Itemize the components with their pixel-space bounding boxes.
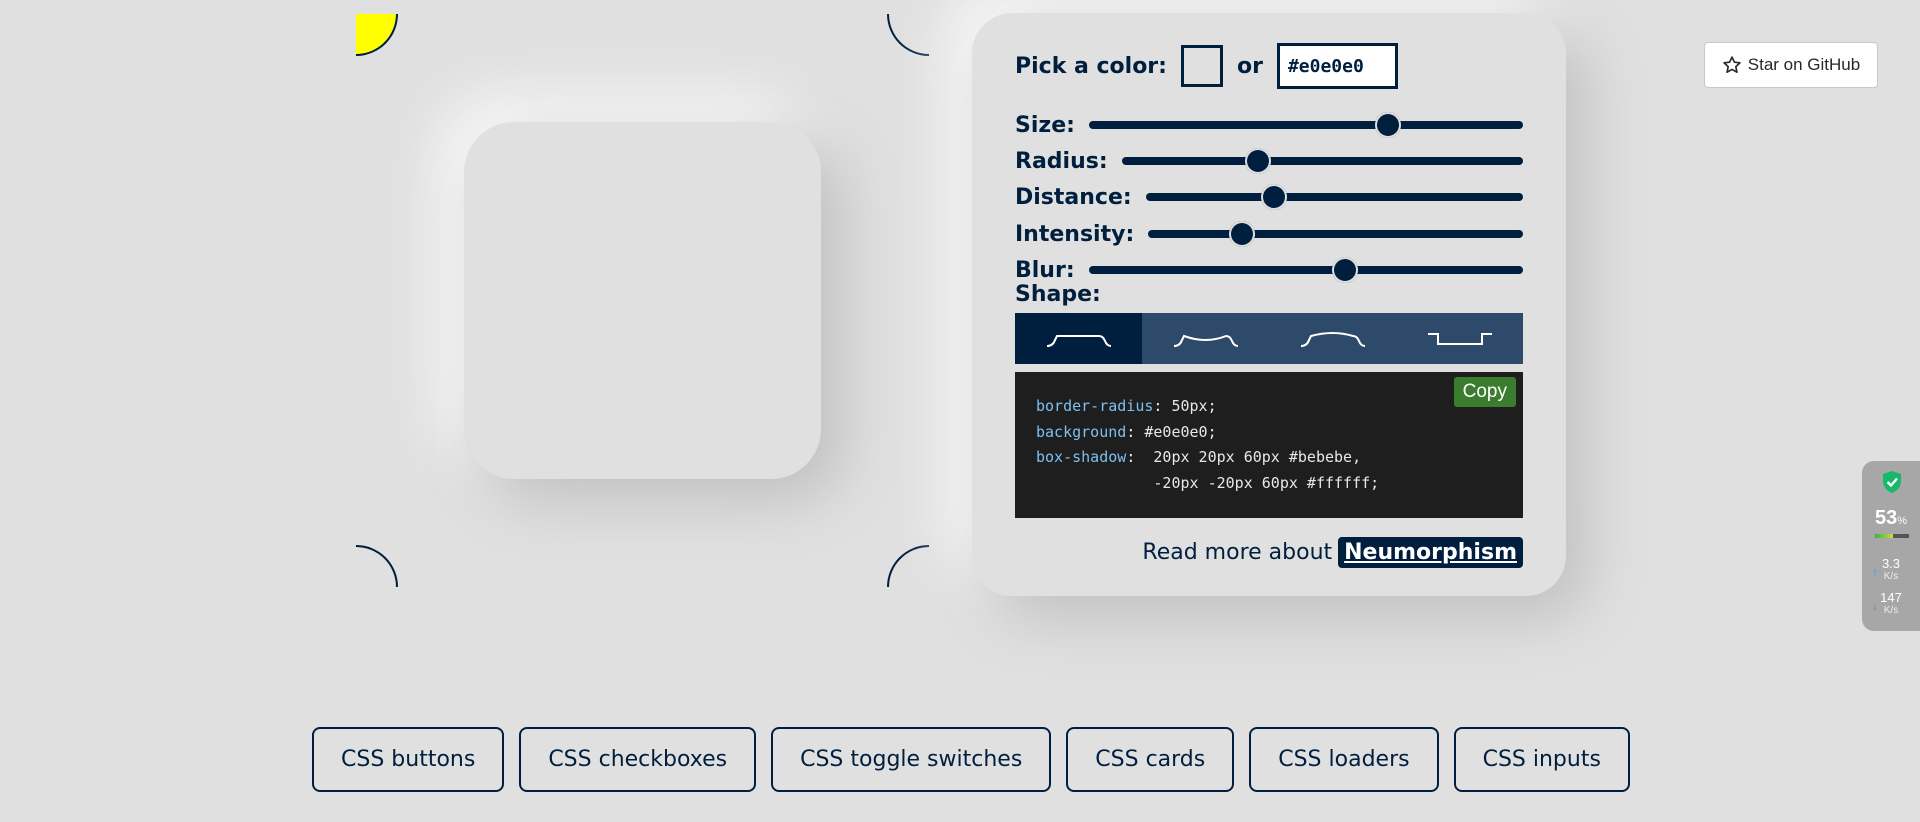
distance-label: Distance: — [1015, 184, 1132, 210]
read-more-text: Read more about — [1142, 540, 1333, 565]
download-speed-value: 147 — [1880, 590, 1902, 605]
intensity-slider[interactable] — [1148, 221, 1523, 247]
copy-button[interactable]: Copy — [1453, 377, 1516, 407]
star-on-github-button[interactable]: Star on GitHub — [1704, 42, 1878, 88]
radius-label: Radius: — [1015, 148, 1108, 174]
size-slider[interactable] — [1088, 112, 1523, 138]
light-source-bottom-left[interactable] — [356, 545, 398, 587]
read-more: Read more about Neumorphism — [1142, 537, 1523, 568]
upload-speed-unit: K/s — [1883, 571, 1899, 582]
css-code-output: Copy border-radius: 50px; background: #e… — [1015, 372, 1523, 518]
code-value: : #e0e0e0; — [1126, 422, 1217, 441]
star-on-github-label: Star on GitHub — [1747, 55, 1861, 74]
bottom-nav: CSS buttons CSS checkboxes CSS toggle sw… — [312, 727, 1645, 792]
color-picker[interactable] — [1180, 45, 1223, 87]
hex-color-input[interactable] — [1276, 43, 1398, 89]
nav-css-cards[interactable]: CSS cards — [1066, 727, 1235, 792]
shape-label: Shape: — [1015, 281, 1101, 307]
config-panel: Pick a color: or Size: Radius: Distance:… — [972, 13, 1566, 596]
intensity-slider-thumb[interactable] — [1228, 221, 1255, 247]
shield-check-icon — [1883, 471, 1901, 493]
code-property: background — [1036, 422, 1127, 441]
nav-css-checkboxes[interactable]: CSS checkboxes — [519, 727, 757, 792]
code-value: -20px -20px 60px #ffffff; — [1036, 473, 1380, 492]
shape-flat-icon — [1046, 334, 1111, 347]
code-value: : 20px 20px 60px #bebebe, — [1126, 448, 1362, 466]
code-line: border-radius: 50px; — [1036, 394, 1502, 420]
neumorphic-preview-shape — [464, 122, 821, 479]
code-line: box-shadow: 20px 20px 60px #bebebe, — [1036, 445, 1502, 471]
nav-css-loaders[interactable]: CSS loaders — [1249, 727, 1439, 792]
load-bar — [1875, 534, 1909, 538]
shape-flat-button[interactable] — [1015, 313, 1142, 364]
light-source-top-right[interactable] — [887, 14, 929, 56]
network-monitor-widget[interactable]: 53% ↑ 3.3 K/s ↓ 147 K/s — [1862, 461, 1920, 631]
neumorphism-link[interactable]: Neumorphism — [1338, 537, 1523, 568]
shape-pressed-button[interactable] — [1396, 313, 1523, 364]
nav-css-buttons[interactable]: CSS buttons — [312, 727, 505, 792]
code-line: -20px -20px 60px #ffffff; — [1036, 471, 1502, 497]
shape-concave-button[interactable] — [1142, 313, 1269, 364]
code-value: : 50px; — [1153, 397, 1217, 415]
shape-selector — [1015, 313, 1523, 364]
load-percent: 53% — [1862, 507, 1920, 530]
code-line: background: #e0e0e0; — [1036, 420, 1502, 446]
radius-slider-thumb[interactable] — [1245, 148, 1272, 174]
upload-speed-value: 3.3 — [1881, 556, 1901, 571]
color-row: Pick a color: or — [1015, 43, 1398, 89]
light-source-top-left[interactable] — [356, 14, 398, 56]
download-speed: 147 K/s — [1862, 591, 1920, 617]
radius-slider[interactable] — [1121, 148, 1523, 174]
code-property: box-shadow — [1036, 448, 1127, 466]
star-icon — [1723, 56, 1741, 73]
size-label: Size: — [1015, 112, 1075, 138]
shape-convex-icon — [1300, 331, 1365, 347]
load-percent-unit: % — [1897, 515, 1908, 527]
load-percent-value: 53 — [1874, 507, 1898, 529]
radius-row: Radius: — [1015, 146, 1523, 176]
pick-color-label: Pick a color: — [1015, 53, 1167, 79]
light-source-bottom-right[interactable] — [887, 545, 929, 587]
nav-css-toggle-switches[interactable]: CSS toggle switches — [771, 727, 1052, 792]
distance-row: Distance: — [1015, 182, 1523, 212]
download-speed-unit: K/s — [1883, 605, 1899, 616]
shape-concave-icon — [1173, 334, 1238, 347]
code-property: border-radius — [1036, 397, 1154, 415]
shape-pressed-icon — [1427, 332, 1492, 345]
preview-area — [355, 13, 930, 588]
upload-speed: 3.3 K/s — [1862, 557, 1920, 583]
blur-slider-thumb[interactable] — [1331, 257, 1358, 283]
load-bar-fill — [1875, 534, 1894, 538]
shape-convex-button[interactable] — [1269, 313, 1396, 364]
intensity-row: Intensity: — [1015, 219, 1523, 249]
intensity-label: Intensity: — [1015, 221, 1135, 247]
size-slider-thumb[interactable] — [1375, 112, 1402, 138]
or-label: or — [1236, 53, 1263, 79]
blur-slider[interactable] — [1088, 257, 1523, 283]
distance-slider-thumb[interactable] — [1260, 184, 1287, 210]
nav-css-inputs[interactable]: CSS inputs — [1453, 727, 1630, 792]
size-row: Size: — [1015, 110, 1523, 140]
distance-slider[interactable] — [1145, 184, 1523, 210]
